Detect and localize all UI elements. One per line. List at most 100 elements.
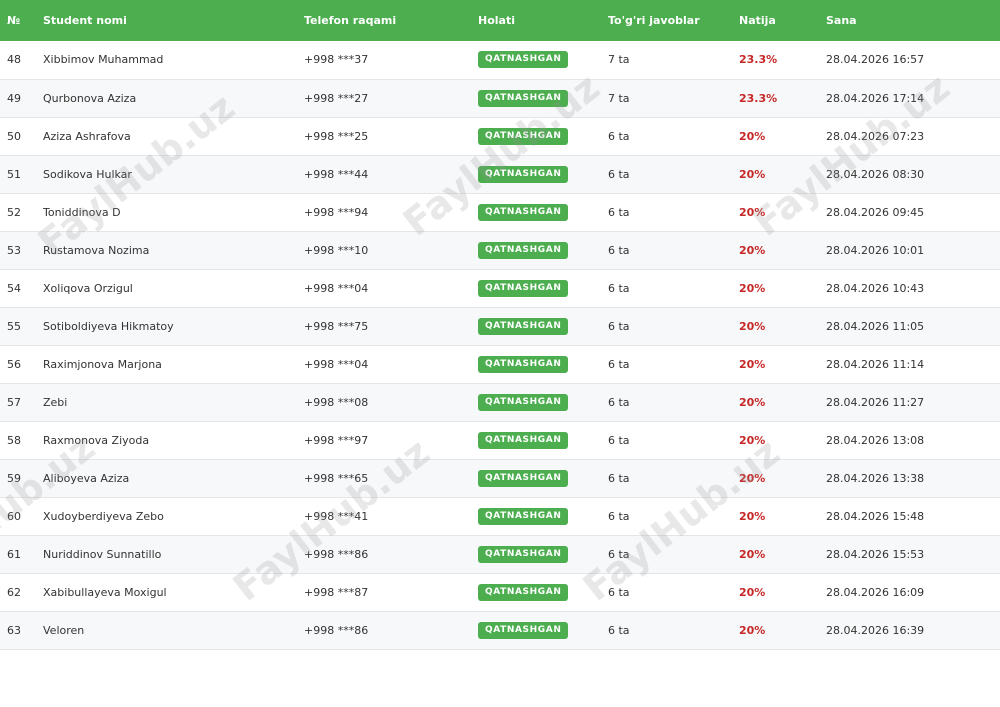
cell-phone: +998 ***97 xyxy=(304,433,369,447)
status-badge: QATNASHGAN xyxy=(478,241,569,259)
table-row: 54 Xoliqova Orzigul +998 ***04 QATNASHGAN 6 … xyxy=(0,269,1000,307)
cell-phone: +998 ***41 xyxy=(304,509,369,523)
results-table: № Student nomi Telefon raqami Holati To'… xyxy=(0,0,1000,650)
cell-student-name: Raximjonova Marjona xyxy=(43,357,162,371)
cell-date: 28.04.2026 10:43 xyxy=(826,281,925,295)
cell-phone: +998 ***94 xyxy=(304,205,369,219)
cell-date: 28.04.2026 15:53 xyxy=(826,547,925,561)
cell-status: QATNASHGAN xyxy=(478,535,608,573)
table-header-row: № Student nomi Telefon raqami Holati To'… xyxy=(0,0,1000,41)
cell-student-name: Aziza Ashrafova xyxy=(43,129,131,143)
cell-phone: +998 ***25 xyxy=(304,129,369,143)
cell-status: QATNASHGAN xyxy=(478,79,608,117)
cell-correct-answers: 6 ta xyxy=(608,129,630,143)
status-badge: QATNASHGAN xyxy=(478,583,569,601)
cell-date: 28.04.2026 09:45 xyxy=(826,205,925,219)
cell-result: 20% xyxy=(739,319,766,333)
cell-student-name: Nuriddinov Sunnatillo xyxy=(43,547,162,561)
cell-phone: +998 ***44 xyxy=(304,167,369,181)
cell-result: 20% xyxy=(739,395,766,409)
status-badge: QATNASHGAN xyxy=(478,355,569,373)
table-row: 56 Raximjonova Marjona +998 ***04 QATNASHGA… xyxy=(0,345,1000,383)
cell-student-name: Sodikova Hulkar xyxy=(43,167,132,181)
cell-correct-answers: 6 ta xyxy=(608,509,630,523)
cell-date: 28.04.2026 08:30 xyxy=(826,167,925,181)
table-row: 53 Rustamova Nozima +998 ***10 QATNASHGAN 6 … xyxy=(0,231,1000,269)
cell-date: 28.04.2026 16:09 xyxy=(826,585,925,599)
column-header-result: Natija xyxy=(739,14,776,27)
cell-date: 28.04.2026 16:57 xyxy=(826,53,925,67)
cell-status: QATNASHGAN xyxy=(478,383,608,421)
cell-number: 49 xyxy=(7,91,21,105)
cell-date: 28.04.2026 16:39 xyxy=(826,623,925,637)
cell-result: 20% xyxy=(739,357,766,371)
cell-number: 55 xyxy=(7,319,21,333)
status-badge: QATNASHGAN xyxy=(478,469,569,487)
cell-correct-answers: 6 ta xyxy=(608,395,630,409)
cell-student-name: Xoliqova Orzigul xyxy=(43,281,133,295)
cell-phone: +998 ***86 xyxy=(304,547,369,561)
cell-number: 48 xyxy=(7,53,21,67)
column-header-phone: Telefon raqami xyxy=(304,14,397,27)
cell-result: 20% xyxy=(739,129,766,143)
cell-date: 28.04.2026 15:48 xyxy=(826,509,925,523)
cell-correct-answers: 6 ta xyxy=(608,243,630,257)
column-header-student-name: Student nomi xyxy=(43,14,127,27)
cell-status: QATNASHGAN xyxy=(478,155,608,193)
cell-correct-answers: 6 ta xyxy=(608,205,630,219)
cell-status: QATNASHGAN xyxy=(478,573,608,611)
cell-status: QATNASHGAN xyxy=(478,459,608,497)
cell-status: QATNASHGAN xyxy=(478,611,608,649)
cell-phone: +998 ***86 xyxy=(304,623,369,637)
cell-result: 20% xyxy=(739,281,766,295)
status-badge: QATNASHGAN xyxy=(478,545,569,563)
cell-number: 53 xyxy=(7,243,21,257)
cell-student-name: Raxmonova Ziyoda xyxy=(43,433,150,447)
cell-phone: +998 ***10 xyxy=(304,243,369,257)
cell-student-name: Sotiboldiyeva Hikmatoy xyxy=(43,319,174,333)
cell-result: 20% xyxy=(739,243,766,257)
status-badge: QATNASHGAN xyxy=(478,203,569,221)
cell-status: QATNASHGAN xyxy=(478,231,608,269)
status-badge: QATNASHGAN xyxy=(478,127,569,145)
cell-status: QATNASHGAN xyxy=(478,345,608,383)
table-row: 48 Xibbimov Muhammad +998 ***37 QATNASHGAN 7… xyxy=(0,41,1000,79)
cell-date: 28.04.2026 13:08 xyxy=(826,433,925,447)
cell-result: 20% xyxy=(739,167,766,181)
cell-phone: +998 ***87 xyxy=(304,585,369,599)
cell-result: 20% xyxy=(739,205,766,219)
table-row: 59 Aliboyeva Aziza +998 ***65 QATNASHGAN 6 t… xyxy=(0,459,1000,497)
cell-number: 57 xyxy=(7,395,21,409)
cell-student-name: Qurbonova Aziza xyxy=(43,91,137,105)
table-body: 48 Xibbimov Muhammad +998 ***37 QATNASHGAN 7… xyxy=(0,41,1000,649)
cell-number: 62 xyxy=(7,585,21,599)
cell-result: 20% xyxy=(739,547,766,561)
cell-correct-answers: 6 ta xyxy=(608,433,630,447)
cell-student-name: Xibbimov Muhammad xyxy=(43,53,164,67)
cell-result: 20% xyxy=(739,623,766,637)
cell-number: 61 xyxy=(7,547,21,561)
cell-correct-answers: 6 ta xyxy=(608,319,630,333)
cell-phone: +998 ***08 xyxy=(304,395,369,409)
table-row: 58 Raxmonova Ziyoda +998 ***97 QATNASHGAN 6 … xyxy=(0,421,1000,459)
cell-phone: +998 ***27 xyxy=(304,91,369,105)
column-header-number: № xyxy=(7,14,21,27)
column-header-status: Holati xyxy=(478,14,515,27)
cell-correct-answers: 6 ta xyxy=(608,471,630,485)
status-badge: QATNASHGAN xyxy=(478,507,569,525)
cell-correct-answers: 6 ta xyxy=(608,585,630,599)
cell-result: 20% xyxy=(739,509,766,523)
cell-result: 20% xyxy=(739,585,766,599)
cell-date: 28.04.2026 07:23 xyxy=(826,129,925,143)
table-row: 50 Aziza Ashrafova +998 ***25 QATNASHGAN 6 t… xyxy=(0,117,1000,155)
cell-phone: +998 ***65 xyxy=(304,471,369,485)
cell-student-name: Toniddinova D xyxy=(43,205,121,219)
cell-phone: +998 ***37 xyxy=(304,53,369,67)
cell-date: 28.04.2026 11:27 xyxy=(826,395,925,409)
cell-correct-answers: 6 ta xyxy=(608,547,630,561)
cell-student-name: Xabibullayeva Moxigul xyxy=(43,585,167,599)
cell-number: 52 xyxy=(7,205,21,219)
cell-status: QATNASHGAN xyxy=(478,497,608,535)
cell-status: QATNASHGAN xyxy=(478,269,608,307)
cell-status: QATNASHGAN xyxy=(478,193,608,231)
